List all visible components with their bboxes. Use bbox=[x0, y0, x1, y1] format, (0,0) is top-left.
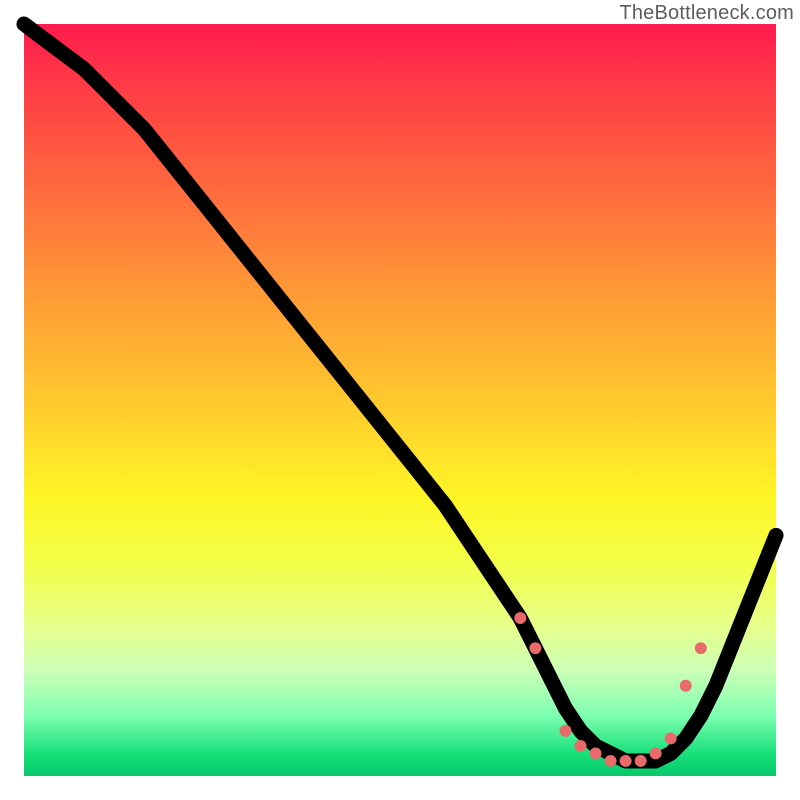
highlight-dot bbox=[695, 642, 707, 654]
highlight-dot bbox=[590, 747, 602, 759]
highlight-dot bbox=[529, 642, 541, 654]
highlight-dot bbox=[620, 755, 632, 767]
highlight-dot bbox=[650, 747, 662, 759]
highlight-dot bbox=[635, 755, 647, 767]
highlight-dot bbox=[665, 732, 677, 744]
highlight-dot bbox=[605, 755, 617, 767]
highlight-dot bbox=[680, 680, 692, 692]
curve-svg bbox=[24, 24, 776, 776]
plot-area bbox=[22, 22, 778, 778]
main-curve bbox=[24, 24, 776, 761]
highlight-dot bbox=[559, 725, 571, 737]
chart-stage: TheBottleneck.com bbox=[0, 0, 800, 800]
highlight-dot bbox=[575, 740, 587, 752]
highlight-dot bbox=[514, 612, 526, 624]
